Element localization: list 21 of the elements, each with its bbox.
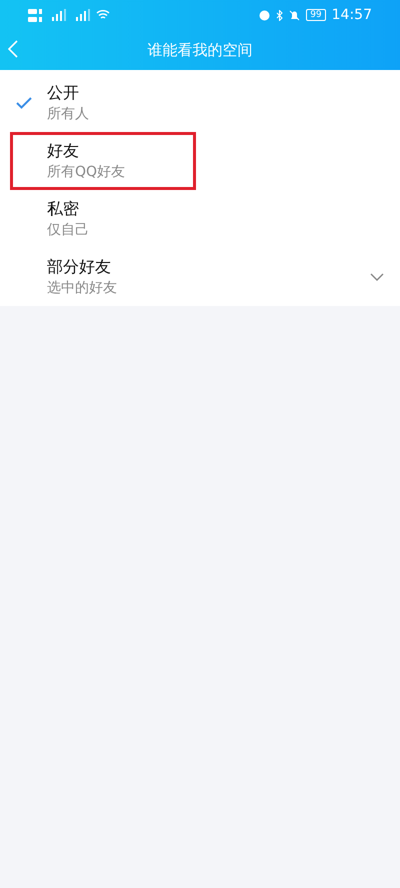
privacy-option[interactable]: 好友 所有QQ好友 <box>0 132 400 190</box>
page-title: 谁能看我的空间 <box>148 40 252 60</box>
option-subtitle: 选中的好友 <box>47 279 118 298</box>
bell-off-icon <box>289 10 300 20</box>
option-subtitle: 所有QQ好友 <box>47 163 126 182</box>
privacy-option[interactable]: 部分好友 选中的好友 <box>0 248 400 306</box>
privacy-option[interactable]: 公开 所有人 <box>0 74 400 132</box>
chevron-down-icon[interactable] <box>370 273 384 281</box>
option-title: 私密 <box>47 198 80 220</box>
battery-level: 99 <box>306 9 326 21</box>
alarm-icon <box>259 10 270 20</box>
sim-status-icon <box>28 8 42 22</box>
clock-time: 14:57 <box>332 7 372 23</box>
wifi-icon <box>96 9 110 21</box>
option-title: 部分好友 <box>47 256 112 278</box>
option-subtitle: 仅自己 <box>47 221 90 240</box>
option-subtitle: 所有人 <box>47 105 90 124</box>
option-title: 好友 <box>47 140 80 162</box>
privacy-option[interactable]: 私密 仅自己 <box>0 190 400 248</box>
option-title: 公开 <box>47 82 80 104</box>
bluetooth-icon <box>276 10 284 20</box>
